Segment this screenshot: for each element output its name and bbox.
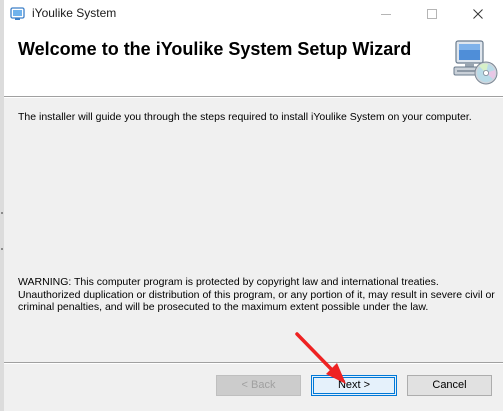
wizard-header: Welcome to the iYoulike System Setup Wiz…: [4, 28, 503, 96]
intro-text: The installer will guide you through the…: [18, 111, 472, 123]
maximize-button[interactable]: [409, 0, 455, 28]
window-title: iYoulike System: [32, 6, 117, 20]
copyright-warning-text: WARNING: This computer program is protec…: [18, 276, 495, 314]
close-icon: [473, 9, 483, 19]
installer-window: iYoulike System Welcome to the iYoulike …: [0, 0, 503, 411]
wizard-title: Welcome to the iYoulike System Setup Wiz…: [18, 39, 412, 59]
minimize-icon: [381, 14, 391, 15]
back-button[interactable]: < Back: [216, 375, 301, 396]
title-bar[interactable]: iYoulike System: [4, 0, 503, 28]
next-button[interactable]: Next >: [311, 375, 397, 396]
footer-divider: [4, 362, 503, 364]
setup-computer-cd-icon: [453, 40, 498, 85]
cancel-button[interactable]: Cancel: [407, 375, 492, 396]
minimize-button[interactable]: [363, 0, 409, 28]
maximize-icon: [427, 9, 437, 19]
next-button-label: Next >: [313, 377, 395, 394]
header-divider: [4, 96, 503, 98]
close-button[interactable]: [455, 0, 501, 28]
installer-app-icon: [10, 7, 25, 20]
